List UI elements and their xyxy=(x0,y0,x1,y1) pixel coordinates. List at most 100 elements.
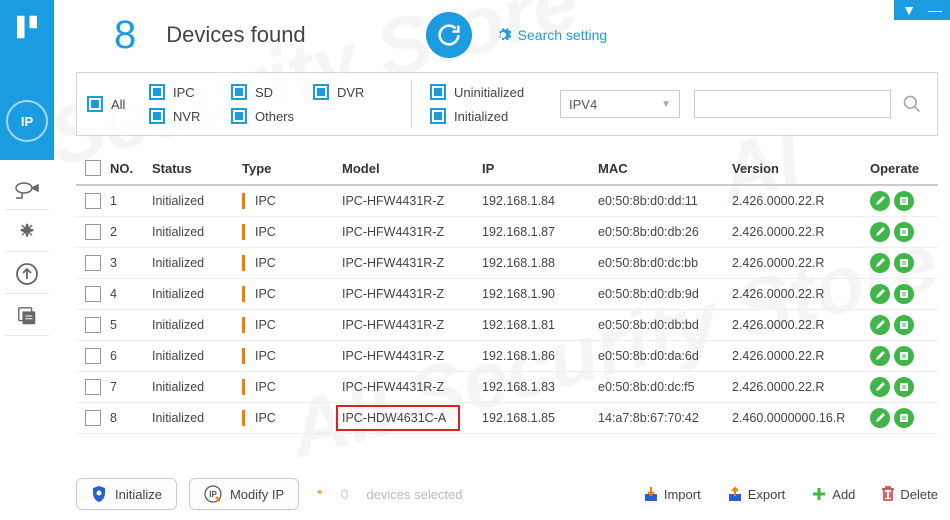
cell-no: 5 xyxy=(110,318,152,332)
cell-no: 6 xyxy=(110,349,152,363)
edit-button[interactable] xyxy=(870,346,890,366)
ip-mode-select[interactable]: IPV4 ▼ xyxy=(560,90,680,118)
edit-button[interactable] xyxy=(870,408,890,428)
cell-no: 3 xyxy=(110,256,152,270)
cell-operate xyxy=(870,377,936,397)
detail-button[interactable] xyxy=(894,377,914,397)
export-button[interactable]: Export xyxy=(727,486,786,502)
table-row[interactable]: 2InitializedIPCIPC-HFW4431R-Z192.168.1.8… xyxy=(76,217,938,248)
filter-all[interactable]: All xyxy=(87,96,149,112)
cell-operate xyxy=(870,408,936,428)
cell-version: 2.426.0000.22.R xyxy=(732,287,870,301)
edit-button[interactable] xyxy=(870,222,890,242)
row-checkbox[interactable] xyxy=(85,286,101,302)
table-row[interactable]: 1InitializedIPCIPC-HFW4431R-Z192.168.1.8… xyxy=(76,186,938,217)
cell-ip: 192.168.1.83 xyxy=(482,380,598,394)
sidebar-item-docs[interactable] xyxy=(5,296,49,336)
col-ip[interactable]: IP xyxy=(482,161,598,176)
edit-button[interactable] xyxy=(870,315,890,335)
search-setting-button[interactable]: Search setting xyxy=(494,26,608,44)
cell-ip: 192.168.1.88 xyxy=(482,256,598,270)
cell-model: IPC-HDW4631C-A xyxy=(342,411,482,425)
cell-type: IPC xyxy=(242,224,342,240)
table-row[interactable]: 6InitializedIPCIPC-HFW4431R-Z192.168.1.8… xyxy=(76,341,938,372)
table-row[interactable]: 8InitializedIPCIPC-HDW4631C-A192.168.1.8… xyxy=(76,403,938,434)
sidebar-top: IP xyxy=(0,0,54,160)
search-button[interactable] xyxy=(897,90,927,118)
ip-badge[interactable]: IP xyxy=(6,100,48,142)
dropdown-icon[interactable]: ▼ xyxy=(902,3,916,17)
detail-button[interactable] xyxy=(894,253,914,273)
detail-button[interactable] xyxy=(894,284,914,304)
cell-ip: 192.168.1.86 xyxy=(482,349,598,363)
cell-mac: e0:50:8b:d0:dc:bb xyxy=(598,256,732,270)
add-button[interactable]: Add xyxy=(811,486,855,502)
table-header: NO. Status Type Model IP MAC Version Ope… xyxy=(76,152,938,186)
edit-button[interactable] xyxy=(870,253,890,273)
cell-model: IPC-HFW4431R-Z xyxy=(342,225,482,239)
select-all-checkbox[interactable] xyxy=(85,160,101,176)
search-input[interactable] xyxy=(694,90,891,118)
sidebar-item-camera[interactable] xyxy=(5,170,49,210)
cell-version: 2.426.0000.22.R xyxy=(732,349,870,363)
col-model[interactable]: Model xyxy=(342,161,482,176)
table-row[interactable]: 5InitializedIPCIPC-HFW4431R-Z192.168.1.8… xyxy=(76,310,938,341)
minimize-icon[interactable]: — xyxy=(928,3,942,17)
detail-button[interactable] xyxy=(894,346,914,366)
row-checkbox[interactable] xyxy=(85,224,101,240)
filter-ipc[interactable]: IPC xyxy=(149,84,211,100)
cell-ip: 192.168.1.85 xyxy=(482,411,598,425)
detail-button[interactable] xyxy=(894,191,914,211)
modify-ip-button[interactable]: IP Modify IP xyxy=(189,478,299,510)
sidebar-item-upload[interactable] xyxy=(5,254,49,294)
cell-type: IPC xyxy=(242,193,342,209)
col-no[interactable]: NO. xyxy=(110,161,152,176)
sidebar-nav xyxy=(0,160,54,336)
detail-button[interactable] xyxy=(894,408,914,428)
row-checkbox[interactable] xyxy=(85,379,101,395)
row-checkbox[interactable] xyxy=(85,193,101,209)
delete-button[interactable]: Delete xyxy=(881,486,938,502)
cell-type: IPC xyxy=(242,255,342,271)
cell-version: 2.426.0000.22.R xyxy=(732,194,870,208)
filter-sd[interactable]: SD xyxy=(231,84,293,100)
import-icon xyxy=(643,486,659,502)
filter-initialized[interactable]: Initialized xyxy=(430,108,530,124)
search-setting-label: Search setting xyxy=(518,27,608,43)
col-status[interactable]: Status xyxy=(152,161,242,176)
cell-model: IPC-HFW4431R-Z xyxy=(342,318,482,332)
edit-button[interactable] xyxy=(870,191,890,211)
filter-dvr[interactable]: DVR xyxy=(313,84,375,100)
edit-button[interactable] xyxy=(870,377,890,397)
detail-button[interactable] xyxy=(894,315,914,335)
cell-operate xyxy=(870,191,936,211)
import-button[interactable]: Import xyxy=(643,486,701,502)
filter-others[interactable]: Others xyxy=(231,108,294,124)
table-row[interactable]: 3InitializedIPCIPC-HFW4431R-Z192.168.1.8… xyxy=(76,248,938,279)
row-checkbox[interactable] xyxy=(85,348,101,364)
col-version[interactable]: Version xyxy=(732,161,870,176)
edit-button[interactable] xyxy=(870,284,890,304)
table-row[interactable]: 7InitializedIPCIPC-HFW4431R-Z192.168.1.8… xyxy=(76,372,938,403)
plus-icon xyxy=(811,486,827,502)
table-row[interactable]: 4InitializedIPCIPC-HFW4431R-Z192.168.1.9… xyxy=(76,279,938,310)
cell-mac: e0:50:8b:d0:db:26 xyxy=(598,225,732,239)
filter-uninitialized[interactable]: Uninitialized xyxy=(430,84,530,100)
row-checkbox[interactable] xyxy=(85,410,101,426)
row-checkbox[interactable] xyxy=(85,255,101,271)
col-type[interactable]: Type xyxy=(242,161,342,176)
refresh-button[interactable] xyxy=(426,12,472,58)
col-mac[interactable]: MAC xyxy=(598,161,732,176)
col-operate: Operate xyxy=(870,161,936,176)
filter-nvr[interactable]: NVR xyxy=(149,108,211,124)
cell-type: IPC xyxy=(242,348,342,364)
detail-button[interactable] xyxy=(894,222,914,242)
row-checkbox[interactable] xyxy=(85,317,101,333)
trash-icon xyxy=(881,486,895,502)
cell-mac: 14:a7:8b:67:70:42 xyxy=(598,411,732,425)
sidebar-item-tools[interactable] xyxy=(5,212,49,252)
cell-version: 2.426.0000.22.R xyxy=(732,256,870,270)
cell-mac: e0:50:8b:d0:dd:11 xyxy=(598,194,732,208)
chevron-down-icon: ▼ xyxy=(661,99,671,110)
initialize-button[interactable]: Initialize xyxy=(76,478,177,510)
